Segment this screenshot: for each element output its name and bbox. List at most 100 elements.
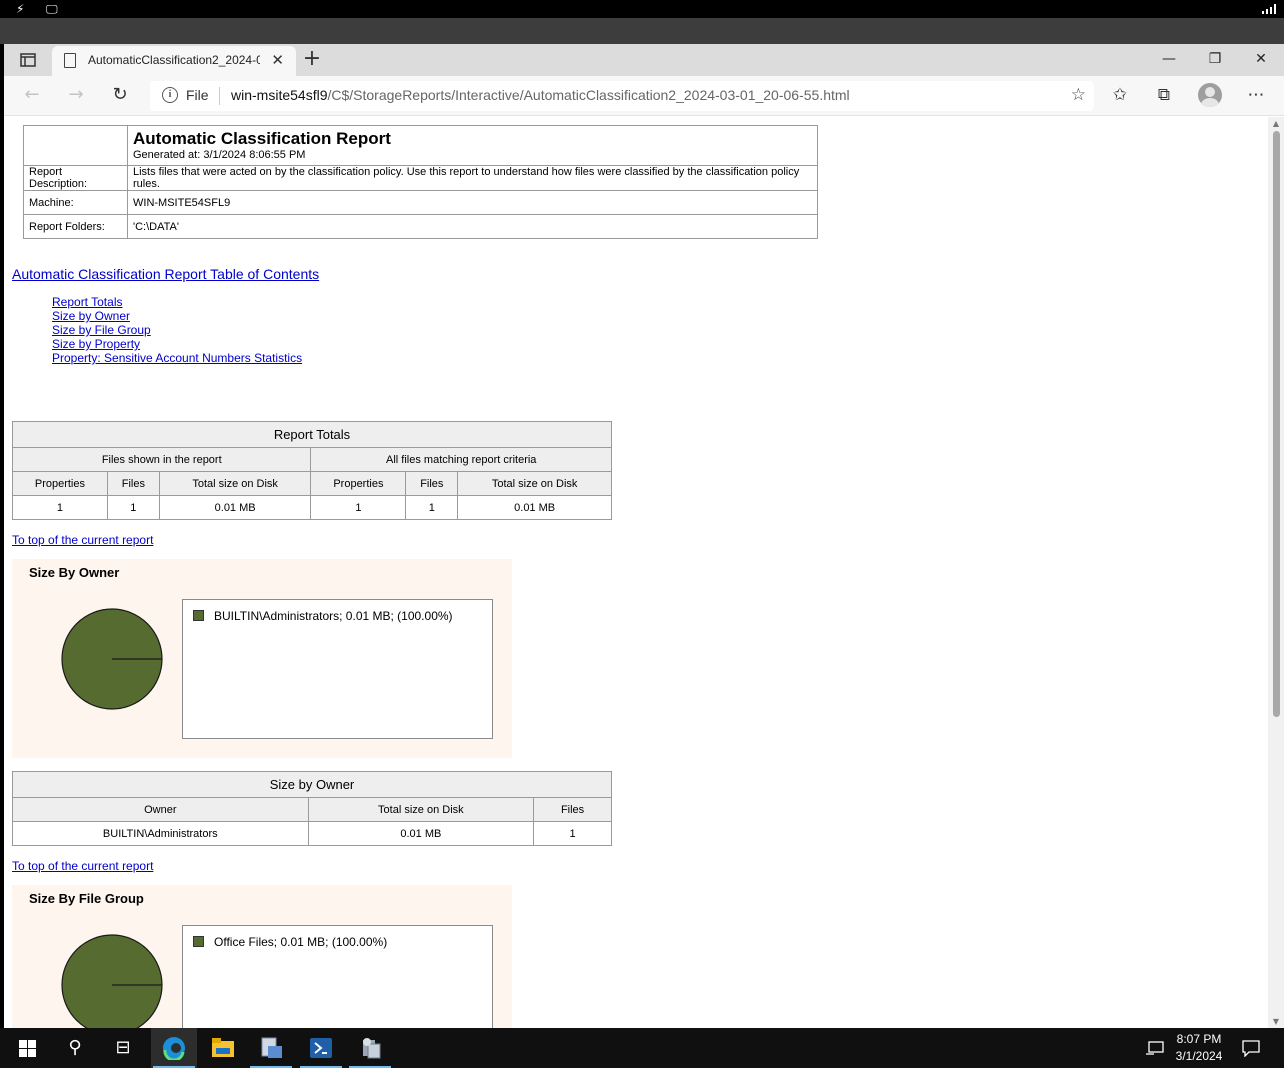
session-frame	[0, 18, 1284, 44]
toc-link-size-by-owner[interactable]: Size by Owner	[52, 309, 130, 323]
search-button[interactable]: ⚲	[52, 1028, 98, 1068]
url-text[interactable]: win-msite54sfl9/C$/StorageReports/Intera…	[231, 87, 850, 103]
lightning-icon[interactable]: ⚡	[16, 2, 24, 16]
files-shown-group-header: Files shown in the report	[11, 447, 312, 472]
profile-avatar[interactable]	[1198, 83, 1222, 107]
close-window-button[interactable]: ✕	[1238, 48, 1284, 72]
toc-title-link[interactable]: Automatic Classification Report Table of…	[12, 266, 319, 282]
machine-value: WIN-MSITE54SFL9	[127, 190, 818, 215]
tab-strip: AutomaticClassification2_2024-03-01_20-0…	[4, 44, 1284, 76]
to-top-link[interactable]: To top of the current report	[12, 859, 153, 873]
column-header: Files	[405, 471, 459, 496]
generated-at: Generated at: 3/1/2024 8:06:55 PM	[133, 149, 306, 161]
description-value: Lists files that were acted on by the cl…	[127, 165, 818, 191]
scroll-down-icon[interactable]: ▼	[1271, 1017, 1281, 1026]
column-header: Properties	[310, 471, 407, 496]
task-view-icon: ⊟	[115, 1037, 131, 1058]
toc-link-size-by-file-group[interactable]: Size by File Group	[52, 323, 151, 337]
table-cell: 0.01 MB	[307, 821, 535, 846]
notifications-icon[interactable]	[1242, 1040, 1260, 1057]
table-cell: 1	[12, 495, 108, 520]
header-blank-cell	[23, 125, 128, 166]
column-header: Owner	[12, 797, 309, 822]
chart-legend: Office Files; 0.01 MB; (100.00%)	[182, 925, 493, 1028]
column-header: Total size on Disk	[307, 797, 535, 822]
taskbar-edge[interactable]	[151, 1028, 197, 1068]
report-totals-table: Report Totals Files shown in the report …	[11, 421, 612, 520]
folders-label: Report Folders:	[23, 214, 128, 239]
address-bar[interactable]: i File win-msite54sfl9/C$/StorageReports…	[150, 81, 1094, 111]
url-separator	[219, 87, 220, 105]
system-clock[interactable]: 8:07 PM 3/1/2024	[1160, 1031, 1238, 1065]
machine-label: Machine:	[23, 190, 128, 215]
report-totals-caption: Report Totals	[12, 421, 612, 448]
minimize-button[interactable]: —	[1146, 48, 1192, 72]
url-host: win-msite54sfl9	[231, 87, 328, 103]
size-by-owner-chart: Size By Owner BUILTIN\Administrators; 0.…	[12, 559, 512, 758]
legend-swatch	[193, 610, 204, 621]
size-by-file-group-chart: Size By File Group Office Files; 0.01 MB…	[12, 885, 512, 1028]
collections-icon[interactable]: ⧉	[1150, 84, 1178, 108]
report-title-cell: Automatic Classification Report Generate…	[127, 125, 818, 166]
table-cell: 1	[405, 495, 459, 520]
close-tab-icon[interactable]: ✕	[271, 51, 284, 69]
legend-entry: Office Files; 0.01 MB; (100.00%)	[214, 935, 388, 949]
pie-slice	[61, 934, 163, 1028]
taskbar: ⚲ ⊟ 8:07 PM 3/1/2024	[0, 1028, 1284, 1068]
new-tab-button[interactable]: +	[298, 46, 326, 74]
windows-logo-icon	[19, 1040, 36, 1057]
report-title: Automatic Classification Report	[133, 129, 391, 148]
refresh-button[interactable]: ↻	[106, 84, 134, 108]
report-header-table: Automatic Classification Report Generate…	[23, 125, 818, 239]
restore-button[interactable]: ❐	[1192, 48, 1238, 72]
session-top-bar: ⚡ 🖵	[0, 0, 1284, 18]
clock-date: 3/1/2024	[1175, 1049, 1223, 1063]
forward-button[interactable]: →	[62, 84, 90, 108]
table-cell: 1	[106, 495, 160, 520]
start-button[interactable]	[4, 1028, 50, 1068]
url-path: /C$/StorageReports/Interactive/Automatic…	[327, 87, 850, 103]
signal-icon	[1262, 4, 1276, 14]
toc-link-report-totals[interactable]: Report Totals	[52, 295, 122, 309]
powershell-icon	[310, 1038, 332, 1058]
more-menu-icon[interactable]: ⋯	[1242, 84, 1270, 108]
add-favorite-icon[interactable]: ☆	[1071, 85, 1086, 105]
monitor-icon[interactable]: 🖵	[46, 2, 58, 16]
column-header: Files	[106, 471, 160, 496]
size-by-owner-caption: Size by Owner	[12, 771, 612, 798]
table-cell: 0.01 MB	[457, 495, 612, 520]
scrollbar-thumb[interactable]	[1273, 131, 1280, 717]
taskbar-powershell[interactable]	[298, 1028, 344, 1068]
size-by-owner-table: Size by Owner Owner Total size on Disk F…	[12, 771, 612, 846]
edge-icon	[163, 1037, 185, 1060]
taskbar-file-explorer[interactable]	[200, 1028, 246, 1068]
back-button[interactable]: ←	[18, 84, 46, 108]
server-manager-icon	[261, 1037, 282, 1058]
column-header: Properties	[12, 471, 108, 496]
chart-title: Size By File Group	[29, 891, 144, 906]
chart-title: Size By Owner	[29, 565, 120, 580]
info-icon[interactable]: i	[162, 87, 178, 103]
search-icon: ⚲	[68, 1037, 82, 1058]
tab-actions-icon[interactable]	[14, 51, 42, 69]
toc-link-property-statistics[interactable]: Property: Sensitive Account Numbers Stat…	[52, 351, 302, 365]
taskbar-fsrm[interactable]	[347, 1028, 393, 1068]
vertical-scrollbar[interactable]: ▲ ▼	[1268, 117, 1284, 1028]
to-top-link[interactable]: To top of the current report	[12, 533, 153, 547]
favorites-icon[interactable]: ✩	[1106, 84, 1134, 108]
table-cell: 1	[533, 821, 612, 846]
browser-toolbar: ← → ↻ i File win-msite54sfl9/C$/StorageR…	[4, 76, 1284, 116]
clock-time: 8:07 PM	[1176, 1032, 1222, 1046]
toc-link-size-by-property[interactable]: Size by Property	[52, 337, 140, 351]
table-cell: BUILTIN\Administrators	[12, 821, 309, 846]
browser-tab[interactable]: AutomaticClassification2_2024-03-01_20-0…	[52, 46, 296, 76]
folders-value: 'C:\DATA'	[127, 214, 818, 239]
taskbar-server-manager[interactable]	[248, 1028, 294, 1068]
scroll-up-icon[interactable]: ▲	[1271, 119, 1281, 128]
toc-list: Report Totals Size by Owner Size by File…	[52, 295, 302, 365]
task-view-button[interactable]: ⊟	[100, 1028, 146, 1068]
browser-window: AutomaticClassification2_2024-03-01_20-0…	[4, 44, 1284, 1028]
owner-pie-chart	[61, 608, 163, 710]
legend-swatch	[193, 936, 204, 947]
description-label: Report Description:	[23, 165, 128, 191]
